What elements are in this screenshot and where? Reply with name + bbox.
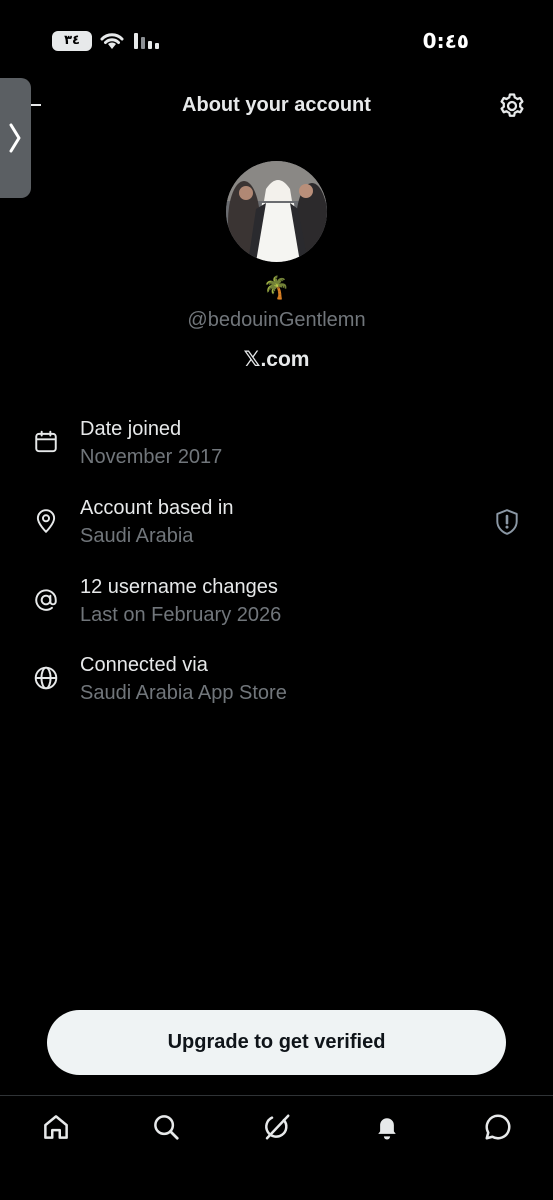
avatar[interactable] [226, 161, 327, 262]
page-title: About your account [182, 94, 371, 116]
date-joined-row: Date joined November 2017 [0, 418, 553, 478]
signal-icon [134, 33, 159, 49]
username-changes-value: Last on February 2026 [80, 604, 282, 626]
date-joined-value: November 2017 [80, 446, 223, 468]
account-based-in-value: Saudi Arabia [80, 525, 194, 547]
search-icon[interactable] [151, 1112, 181, 1142]
username-changes-label: 12 username changes [80, 576, 278, 598]
at-sign-icon [35, 589, 57, 611]
username-changes-row: 12 username changes Last on February 202… [0, 576, 553, 636]
username-handle: @bedouinGentlemn [187, 309, 366, 331]
shield-alert-icon[interactable] [494, 508, 520, 536]
calendar-icon [35, 430, 57, 453]
platform-label: 𝕏.com [243, 348, 310, 371]
status-bar: ٣٤ 0:٤٥ [0, 0, 553, 80]
globe-icon [34, 666, 58, 690]
upgrade-verified-button[interactable]: Upgrade to get verified [47, 1010, 506, 1075]
date-joined-label: Date joined [80, 418, 182, 440]
location-pin-icon [36, 509, 56, 533]
messages-icon[interactable] [483, 1112, 513, 1142]
avatar-photo [226, 161, 327, 262]
bottom-navigation [0, 1095, 553, 1200]
connected-via-row: Connected via Saudi Arabia App Store [0, 654, 553, 714]
notifications-bell-icon[interactable] [372, 1112, 402, 1142]
account-based-in-row: Account based in Saudi Arabia [0, 497, 553, 557]
connected-via-value: Saudi Arabia App Store [80, 682, 287, 704]
grok-icon[interactable] [262, 1112, 292, 1142]
settings-gear-icon[interactable] [497, 91, 527, 121]
battery-indicator: ٣٤ [52, 31, 92, 51]
account-based-in-label: Account based in [80, 497, 234, 519]
connected-via-label: Connected via [80, 654, 208, 676]
home-icon[interactable] [41, 1112, 71, 1142]
clock: 0:٤٥ [422, 29, 469, 53]
chevron-right-icon [9, 123, 21, 153]
profile-emoji: 🌴 [262, 275, 291, 300]
wifi-icon [100, 33, 124, 49]
